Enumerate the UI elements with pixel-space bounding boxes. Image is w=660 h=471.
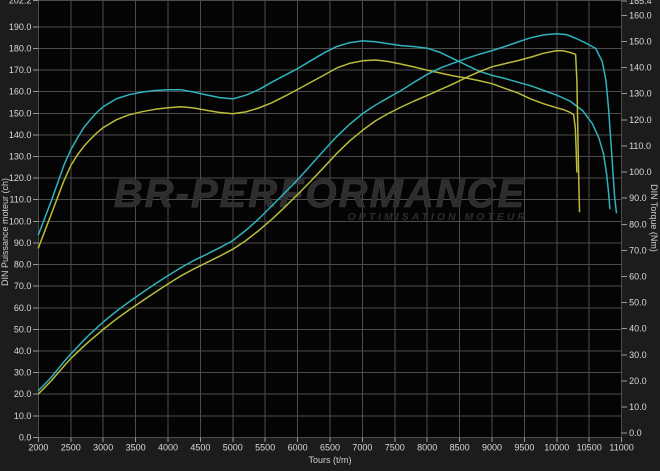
x-axis-tick-label: 7000 <box>352 443 372 453</box>
x-axis-tick-label: 4500 <box>190 443 210 453</box>
right-axis-tick-label: 120.0 <box>629 115 652 125</box>
x-axis-tick-label: 5500 <box>255 443 275 453</box>
x-axis-tick-label: 7500 <box>385 443 405 453</box>
left-axis-tick-label: 180.0 <box>9 44 32 54</box>
left-axis-tick-label: 10.0 <box>14 411 32 421</box>
x-axis-title: Tours (t/m) <box>308 455 351 465</box>
left-axis-tick-label: 190.0 <box>9 22 32 32</box>
right-axis-tick-label: 130.0 <box>629 89 652 99</box>
x-axis-tick-label: 4000 <box>158 443 178 453</box>
left-axis-tick-label: 110.0 <box>10 195 32 205</box>
right-axis-tick-label: 10.0 <box>629 402 647 412</box>
right-axis-tick-label: 150.0 <box>629 36 652 46</box>
right-axis-tick-label: 0.0 <box>629 428 642 438</box>
right-axis-title: DIN Torque (Nm) <box>649 184 659 252</box>
right-axis-tick-label: 110.0 <box>629 141 651 151</box>
x-axis-tick-label: 6500 <box>320 443 340 453</box>
x-axis-tick-label: 5000 <box>223 443 243 453</box>
left-axis-tick-label: 150.0 <box>9 108 32 118</box>
right-axis-tick-label: 60.0 <box>629 272 647 282</box>
left-axis-tick-label: 60.0 <box>14 303 32 313</box>
left-axis-tick-label: 50.0 <box>14 324 32 334</box>
right-axis-tick-label: 90.0 <box>629 193 647 203</box>
left-axis-tick-label: 20.0 <box>14 389 32 399</box>
x-axis-tick-label: 3000 <box>93 443 113 453</box>
x-axis-tick-label: 9000 <box>482 443 502 453</box>
watermark: BR-Performance optimisation moteur <box>114 172 528 223</box>
x-axis-tick-label: 2000 <box>28 443 48 453</box>
x-axis-tick-label: 3500 <box>126 443 146 453</box>
left-axis-tick-label: 0.0 <box>19 432 32 442</box>
right-axis-tick-label: 165.4 <box>629 0 652 6</box>
x-axis-tick-label: 6000 <box>288 443 308 453</box>
right-axis-tick-label: 20.0 <box>629 376 647 386</box>
watermark-sub-text: optimisation moteur <box>348 211 528 223</box>
left-axis-tick-label: 140.0 <box>9 130 32 140</box>
x-axis-tick-label: 2500 <box>61 443 81 453</box>
x-axis-tick-label: 11000 <box>609 443 633 453</box>
dyno-chart: BR-Performance optimisation moteur 0.0 10… <box>0 0 660 471</box>
right-axis-tick-label: 40.0 <box>629 324 647 334</box>
left-axis-tick-label: 70.0 <box>14 281 32 291</box>
right-axis-tick-label: 140.0 <box>629 63 652 73</box>
left-axis-tick-label: 170.0 <box>9 65 32 75</box>
x-axis-tick-label: 8500 <box>450 443 470 453</box>
left-axis-tick-label: 80.0 <box>14 260 32 270</box>
left-axis-title: DIN Puissance moteur (ch) <box>0 178 10 286</box>
x-axis-tick-label: 8000 <box>417 443 437 453</box>
watermark-brand-text: BR-Performance <box>114 172 526 216</box>
left-axis-tick-label: 100.0 <box>9 216 32 226</box>
right-axis-tick-label: 50.0 <box>629 298 647 308</box>
left-axis-tick-label: 120.0 <box>9 173 32 183</box>
left-axis-tick-label: 160.0 <box>9 87 32 97</box>
chart-canvas: BR-Performance optimisation moteur 0.0 10… <box>0 0 660 471</box>
left-axis-tick-label: 90.0 <box>14 238 32 248</box>
right-axis-tick-label: 70.0 <box>629 245 647 255</box>
left-axis-tick-label: 202.2 <box>9 0 32 6</box>
right-axis-tick-label: 80.0 <box>629 219 647 229</box>
x-axis-tick-label: 9500 <box>514 443 534 453</box>
right-axis-tick-label: 160.0 <box>629 10 652 20</box>
left-axis-tick-label: 40.0 <box>14 346 32 356</box>
left-axis-tick-label: 130.0 <box>9 152 32 162</box>
x-axis-tick-label: 10000 <box>544 443 569 453</box>
right-axis-tick-label: 30.0 <box>629 350 647 360</box>
right-axis-tick-label: 100.0 <box>629 167 652 177</box>
x-axis-tick-label: 10500 <box>577 443 602 453</box>
left-axis-tick-label: 30.0 <box>14 368 32 378</box>
